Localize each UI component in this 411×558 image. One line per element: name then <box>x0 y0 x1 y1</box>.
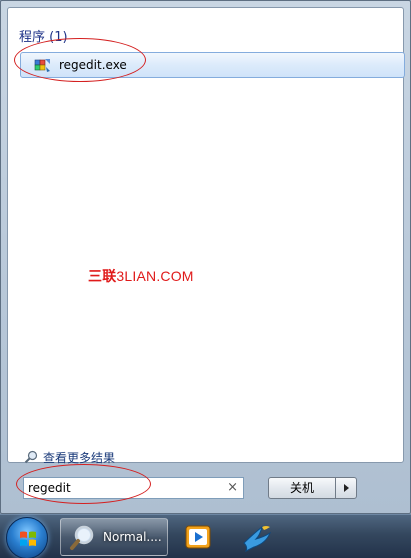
start-menu: 程序 (1) regedit.exe 三联3LIAN.COM 查看更多结果 re… <box>0 0 411 514</box>
search-icon <box>70 525 94 550</box>
start-search-box[interactable]: × <box>23 477 244 499</box>
result-item-label: regedit.exe <box>59 58 127 72</box>
search-input[interactable] <box>28 480 223 496</box>
see-more-results-label: 查看更多结果 <box>43 451 116 465</box>
search-icon <box>24 450 38 464</box>
shutdown-options-arrow-icon[interactable] <box>335 477 357 499</box>
bird-app-icon[interactable] <box>240 521 274 553</box>
shutdown-button[interactable]: 关机 <box>268 477 336 499</box>
watermark-logo: 三联3LIAN.COM <box>88 266 194 286</box>
windows-flag-icon <box>20 531 36 546</box>
result-item-regedit[interactable]: regedit.exe <box>20 52 405 78</box>
taskbar-window-button[interactable]: Normal.... <box>60 518 168 556</box>
taskbar-window-label: Normal.... <box>103 530 162 544</box>
search-results-panel: 程序 (1) regedit.exe 三联3LIAN.COM 查看更多结果 <box>7 7 405 465</box>
taskbar: Normal.... <box>0 514 411 558</box>
programs-group-header: 程序 (1) <box>19 30 68 45</box>
clear-search-icon[interactable]: × <box>227 480 238 495</box>
start-orb-button[interactable] <box>6 517 48 558</box>
watermark-brand-cn: 三联 <box>88 268 117 284</box>
watermark-brand-en: 3LIAN.COM <box>116 268 194 284</box>
media-player-icon[interactable] <box>184 523 212 551</box>
regedit-icon <box>34 59 50 72</box>
